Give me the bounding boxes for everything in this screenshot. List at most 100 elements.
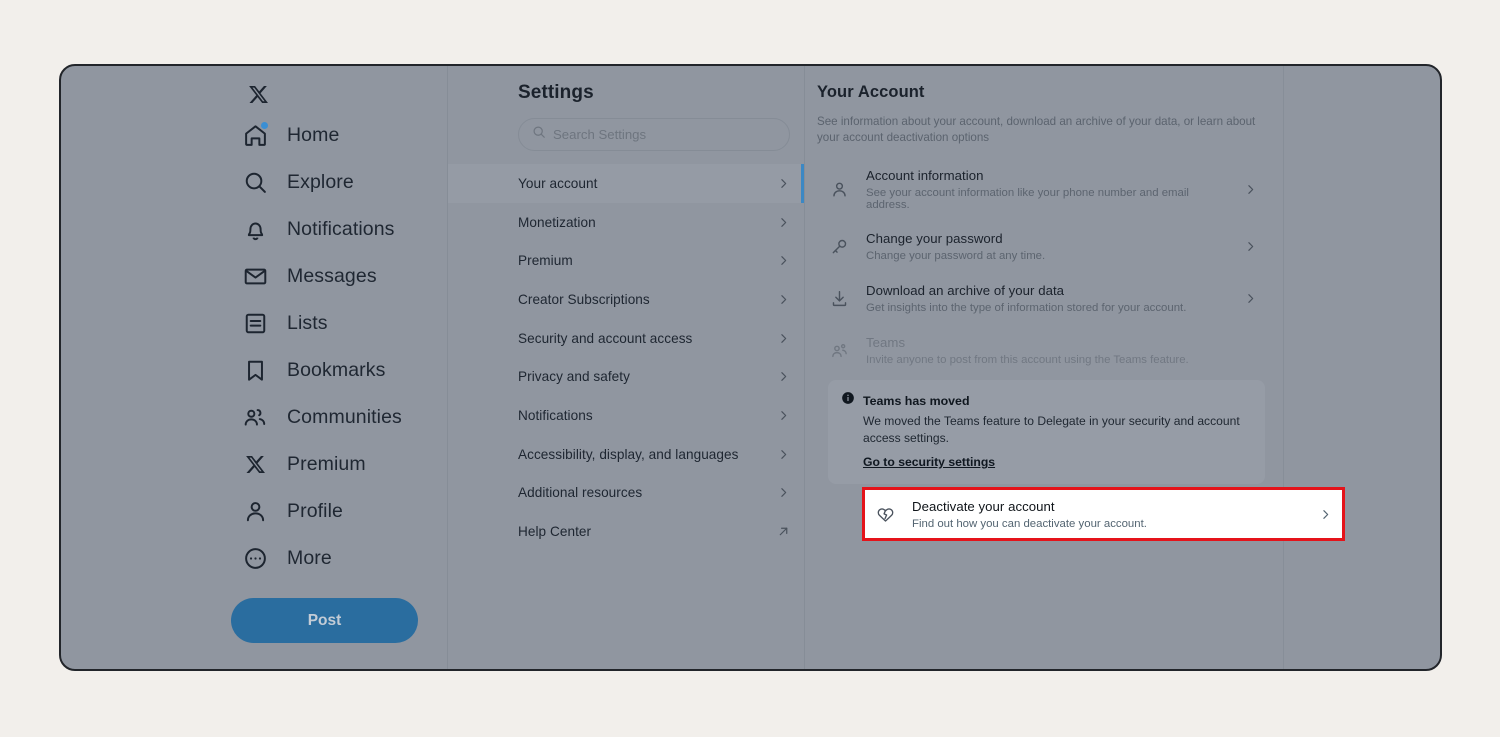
app-window: Home Explore Notifications Messages List… <box>59 64 1442 671</box>
search-input[interactable] <box>553 127 776 142</box>
person-icon <box>241 497 269 525</box>
home-icon <box>241 121 269 149</box>
sidebar-item-label: Premium <box>287 452 366 475</box>
envelope-icon <box>241 262 269 290</box>
settings-item-premium[interactable]: Premium <box>448 241 804 280</box>
search-settings-box[interactable] <box>518 118 790 151</box>
sidebar-item-notifications[interactable]: Notifications <box>231 206 447 252</box>
settings-item-label: Your account <box>518 175 598 191</box>
deactivate-highlight-annotation: Deactivate your account Find out how you… <box>862 487 1345 541</box>
chevron-right-icon <box>1319 508 1332 521</box>
more-circle-icon <box>241 544 269 572</box>
sidebar-item-label: Profile <box>287 499 343 522</box>
external-link-icon <box>777 525 790 538</box>
detail-row-subtitle: Invite anyone to post from this account … <box>866 354 1189 367</box>
chevron-right-icon <box>777 293 790 306</box>
sidebar-item-messages[interactable]: Messages <box>231 253 447 299</box>
chevron-right-icon <box>777 332 790 345</box>
detail-row-title: Account information <box>866 168 984 184</box>
sidebar-item-lists[interactable]: Lists <box>231 300 447 346</box>
sidebar-item-label: More <box>287 546 332 569</box>
post-button[interactable]: Post <box>231 598 418 643</box>
person-icon <box>828 178 850 200</box>
settings-list: Your account Monetization Premium Creato… <box>448 164 804 551</box>
sidebar-item-bookmarks[interactable]: Bookmarks <box>231 347 447 393</box>
x-logo-icon <box>241 450 269 478</box>
sidebar-item-label: Lists <box>287 311 328 334</box>
detail-row-download-archive[interactable]: Download an archive of your data Get ins… <box>817 272 1267 324</box>
settings-item-additional-resources[interactable]: Additional resources <box>448 474 804 513</box>
detail-row-title: Download an archive of your data <box>866 283 1065 299</box>
communities-icon <box>241 403 269 431</box>
list-icon <box>241 309 269 337</box>
chevron-right-icon <box>777 448 790 461</box>
settings-item-help-center[interactable]: Help Center <box>448 512 804 551</box>
search-icon <box>532 125 546 144</box>
chevron-right-icon <box>777 216 790 229</box>
chevron-right-icon <box>777 409 790 422</box>
sidebar-item-label: Bookmarks <box>287 358 386 381</box>
detail-row-subtitle: Find out how you can deactivate your acc… <box>912 518 1147 530</box>
detail-row-title: Change your password <box>866 231 1003 247</box>
settings-item-your-account[interactable]: Your account <box>448 164 804 203</box>
detail-row-deactivate-account[interactable]: Deactivate your account Find out how you… <box>865 490 1342 538</box>
sidebar-item-premium[interactable]: Premium <box>231 441 447 487</box>
banner-title: Teams has moved <box>863 393 970 408</box>
sidebar-item-label: Notifications <box>287 217 395 240</box>
bookmark-icon <box>241 356 269 384</box>
go-to-security-settings-link[interactable]: Go to security settings <box>863 455 995 469</box>
chevron-right-icon <box>1244 292 1257 305</box>
sidebar-item-explore[interactable]: Explore <box>231 159 447 205</box>
chevron-right-icon <box>1244 240 1257 253</box>
info-icon <box>841 391 855 410</box>
settings-item-label: Premium <box>518 253 573 269</box>
sidebar-item-label: Messages <box>287 264 377 287</box>
teams-moved-banner: Teams has moved We moved the Teams featu… <box>828 380 1265 485</box>
sidebar-item-label: Home <box>287 123 340 146</box>
settings-column: Settings Your account Monetization <box>447 66 805 669</box>
bell-icon <box>241 215 269 243</box>
your-account-panel: Your Account See information about your … <box>806 66 1345 669</box>
page-title: Your Account <box>817 83 925 101</box>
chevron-right-icon <box>777 370 790 383</box>
sidebar-item-home[interactable]: Home <box>231 112 447 158</box>
detail-row-change-your-password[interactable]: Change your password Change your passwor… <box>817 220 1267 272</box>
sidebar-item-communities[interactable]: Communities <box>231 394 447 440</box>
detail-row-subtitle: See your account information like your p… <box>866 187 1189 212</box>
banner-body: We moved the Teams feature to Delegate i… <box>863 414 1240 445</box>
settings-item-privacy-and-safety[interactable]: Privacy and safety <box>448 357 804 396</box>
sidebar-item-label: Communities <box>287 405 402 428</box>
detail-row-title: Teams <box>866 335 906 351</box>
settings-item-label: Additional resources <box>518 485 643 501</box>
sidebar-item-more[interactable]: More <box>231 535 447 581</box>
search-settings-wrap <box>448 104 804 151</box>
detail-row-subtitle: Change your password at any time. <box>866 250 1046 263</box>
settings-item-accessibility-display-and-languages[interactable]: Accessibility, display, and languages <box>448 435 804 474</box>
search-icon <box>241 168 269 196</box>
settings-title: Settings <box>518 82 594 103</box>
download-icon <box>828 287 850 309</box>
broken-heart-icon <box>874 503 896 525</box>
detail-row-subtitle: Get insights into the type of informatio… <box>866 302 1187 315</box>
detail-row-account-information[interactable]: Account information See your account inf… <box>817 158 1267 220</box>
settings-item-label: Privacy and safety <box>518 369 630 385</box>
settings-item-label: Creator Subscriptions <box>518 291 650 307</box>
settings-item-notifications[interactable]: Notifications <box>448 396 804 435</box>
page-description: See information about your account, down… <box>817 115 1256 145</box>
left-sidebar: Home Explore Notifications Messages List… <box>61 66 447 669</box>
sidebar-item-label: Explore <box>287 170 354 193</box>
settings-item-label: Accessibility, display, and languages <box>518 446 739 462</box>
detail-row-teams: Teams Invite anyone to post from this ac… <box>817 324 1267 376</box>
settings-item-label: Monetization <box>518 214 596 230</box>
home-notification-dot <box>261 122 268 129</box>
settings-item-security-and-account-access[interactable]: Security and account access <box>448 319 804 358</box>
detail-row-title: Deactivate your account <box>912 499 1055 514</box>
x-logo[interactable] <box>241 77 275 111</box>
settings-item-creator-subscriptions[interactable]: Creator Subscriptions <box>448 280 804 319</box>
chevron-right-icon <box>777 177 790 190</box>
chevron-right-icon <box>777 254 790 267</box>
settings-item-monetization[interactable]: Monetization <box>448 203 804 242</box>
sidebar-item-profile[interactable]: Profile <box>231 488 447 534</box>
settings-item-label: Notifications <box>518 407 593 423</box>
key-icon <box>828 235 850 257</box>
